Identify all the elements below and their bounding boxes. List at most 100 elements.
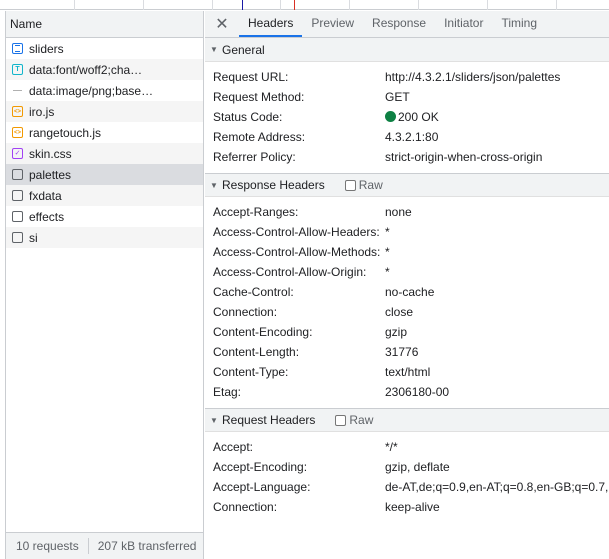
raw-label: Raw xyxy=(358,178,383,192)
xhr-icon xyxy=(12,169,23,180)
timeline-gridline xyxy=(418,0,419,10)
header-row: Connection: keep-alive xyxy=(205,497,609,517)
section-title: General xyxy=(222,42,265,57)
header-name: Status Code: xyxy=(213,110,283,124)
xhr-icon xyxy=(12,232,23,243)
header-value: 2306180-00 xyxy=(385,385,450,399)
raw-checkbox[interactable] xyxy=(335,414,347,426)
name-column-label: Name xyxy=(10,17,43,31)
header-value: http://4.3.2.1/sliders/json/palettes xyxy=(385,70,561,84)
raw-toggle[interactable]: Raw xyxy=(335,413,373,427)
header-row: Cache-Control: no-cache xyxy=(205,282,609,302)
request-name: palettes xyxy=(29,167,72,182)
status-bar: 10 requests 207 kB transferred xyxy=(6,532,203,559)
font-icon: T xyxy=(12,64,23,75)
header-name: Referrer Policy: xyxy=(213,150,296,164)
timeline-gridline xyxy=(212,0,213,10)
response-headers-section-body: Accept-Ranges: none Access-Control-Allow-H… xyxy=(205,197,609,408)
request-row[interactable]: data:image/png;base… xyxy=(6,80,203,101)
header-value: keep-alive xyxy=(385,500,440,514)
response-headers-section-header[interactable]: ▼ Response Headers Raw xyxy=(205,173,609,197)
header-name: Access-Control-Allow-Headers: xyxy=(213,225,380,239)
tab-timing[interactable]: Timing xyxy=(492,11,546,37)
timeline-gridline xyxy=(349,0,350,10)
header-name: Connection: xyxy=(213,500,278,514)
header-row: Access-Control-Allow-Headers: * xyxy=(205,222,609,242)
header-row: Request URL: http://4.3.2.1/sliders/json/… xyxy=(205,67,609,87)
section-title: Request Headers xyxy=(222,413,316,427)
request-headers-section-header[interactable]: ▼ Request Headers Raw xyxy=(205,408,609,432)
section-title: Response Headers xyxy=(222,178,325,192)
dom-content-loaded-marker xyxy=(242,0,243,10)
header-row: Content-Type: text/html xyxy=(205,362,609,382)
header-value: gzip, deflate xyxy=(385,460,450,474)
request-row[interactable]: palettes xyxy=(6,164,203,185)
request-row[interactable]: fxdata xyxy=(6,185,203,206)
request-name: data:image/png;base… xyxy=(29,83,154,98)
header-name: Accept: xyxy=(213,440,254,454)
header-value: 31776 xyxy=(385,345,419,359)
header-row: Etag: 2306180-00 xyxy=(205,382,609,402)
request-name: rangetouch.js xyxy=(29,125,102,140)
header-value: text/html xyxy=(385,365,431,379)
load-event-marker xyxy=(294,0,295,10)
header-row: Content-Encoding: gzip xyxy=(205,322,609,342)
tab-headers[interactable]: Headers xyxy=(239,11,303,37)
document-icon xyxy=(12,43,23,54)
header-row: Accept: */* xyxy=(205,437,609,457)
request-name: effects xyxy=(29,209,65,224)
timeline-gridline xyxy=(556,0,557,10)
header-name: Content-Length: xyxy=(213,345,300,359)
xhr-icon xyxy=(12,211,23,222)
header-value: strict-origin-when-cross-origin xyxy=(385,150,543,164)
expand-triangle-icon: ▼ xyxy=(210,180,218,190)
timeline-overview[interactable] xyxy=(0,0,609,10)
name-column-header[interactable]: Name xyxy=(6,11,203,38)
header-name: Accept-Language: xyxy=(213,480,311,494)
header-value: 200 OK xyxy=(385,107,439,127)
request-headers-section-body: Accept: */* Accept-Encoding: gzip, deflate A… xyxy=(205,432,609,523)
request-details-pane: ✕ Headers Preview Response Initiator Tim… xyxy=(205,11,609,559)
header-row: Content-Length: 31776 xyxy=(205,342,609,362)
request-row[interactable]: <> iro.js xyxy=(6,101,203,122)
tab-initiator[interactable]: Initiator xyxy=(435,11,492,37)
timeline-gridline xyxy=(487,0,488,10)
header-row: Access-Control-Allow-Methods: * xyxy=(205,242,609,262)
request-row[interactable]: <> rangetouch.js xyxy=(6,122,203,143)
general-section-header[interactable]: ▼ General xyxy=(205,38,609,62)
tab-response[interactable]: Response xyxy=(363,11,435,37)
tab-preview[interactable]: Preview xyxy=(302,11,363,37)
request-row[interactable]: effects xyxy=(6,206,203,227)
request-list: sliders Tdata:font/woff2;cha… data:image/p… xyxy=(6,38,203,248)
header-name: Etag: xyxy=(213,385,242,399)
xhr-icon xyxy=(12,190,23,201)
header-value: GET xyxy=(385,90,410,104)
request-row[interactable]: ✓ skin.css xyxy=(6,143,203,164)
close-icon[interactable]: ✕ xyxy=(205,11,239,37)
status-separator xyxy=(87,538,89,554)
raw-checkbox[interactable] xyxy=(344,179,356,191)
request-name: sliders xyxy=(29,41,64,56)
request-name: si xyxy=(29,230,38,245)
header-row: Status Code: 200 OK xyxy=(205,107,609,127)
header-name: Request Method: xyxy=(213,90,305,104)
script-icon: <> xyxy=(12,127,23,138)
header-name: Remote Address: xyxy=(213,130,306,144)
header-row: Access-Control-Allow-Origin: * xyxy=(205,262,609,282)
script-icon: <> xyxy=(12,106,23,117)
request-row[interactable]: sliders xyxy=(6,38,203,59)
request-row[interactable]: Tdata:font/woff2;cha… xyxy=(6,59,203,80)
stylesheet-icon: ✓ xyxy=(12,148,23,159)
header-name: Access-Control-Allow-Methods: xyxy=(213,245,381,259)
raw-label: Raw xyxy=(349,413,374,427)
header-row: Connection: close xyxy=(205,302,609,322)
header-row: Request Method: GET xyxy=(205,87,609,107)
header-name: Connection: xyxy=(213,305,278,319)
header-row: Referrer Policy: strict-origin-when-cross… xyxy=(205,147,609,167)
transferred-size: 207 kB transferred xyxy=(97,539,197,553)
details-tabbar: ✕ Headers Preview Response Initiator Tim… xyxy=(205,11,609,38)
request-row[interactable]: si xyxy=(6,227,203,248)
header-name: Content-Type: xyxy=(213,365,289,379)
raw-toggle[interactable]: Raw xyxy=(344,178,383,192)
status-text: 200 OK xyxy=(398,110,439,124)
